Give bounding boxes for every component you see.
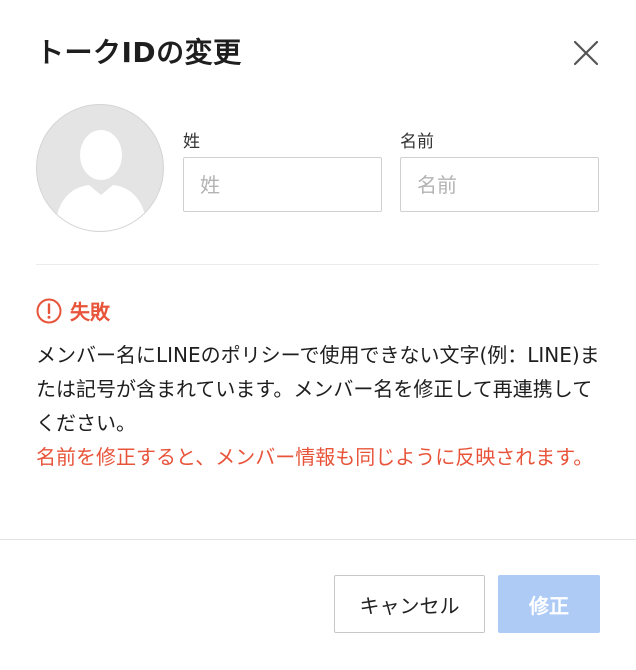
avatar: [36, 104, 164, 232]
first-name-input[interactable]: [400, 157, 599, 212]
section-divider: [36, 264, 599, 265]
error-message-block: メンバー名にLINEのポリシーで使用できない文字(例：LINE)または記号が含ま…: [36, 338, 606, 474]
cancel-button[interactable]: キャンセル: [334, 575, 485, 633]
footer-divider: [0, 539, 636, 540]
close-button[interactable]: [566, 33, 606, 73]
default-user-avatar-icon: [55, 130, 147, 231]
close-icon: [573, 40, 599, 66]
error-message: メンバー名にLINEのポリシーで使用できない文字(例：LINE)または記号が含ま…: [36, 343, 600, 435]
dialog-title: トークIDの変更: [36, 36, 242, 69]
change-talk-id-dialog: トークIDの変更 姓 名前 失敗 メンバー名にLINEのポリシーで使用できない文…: [0, 0, 636, 670]
first-name-label: 名前: [400, 132, 434, 152]
last-name-input[interactable]: [183, 157, 382, 212]
last-name-label: 姓: [183, 132, 200, 152]
error-warning: 名前を修正すると、メンバー情報も同じように反映されます。: [36, 445, 594, 469]
error-header: 失敗: [36, 296, 110, 325]
exclamation-circle-icon: [36, 298, 62, 323]
error-title: 失敗: [70, 300, 110, 324]
submit-button[interactable]: 修正: [498, 575, 600, 633]
